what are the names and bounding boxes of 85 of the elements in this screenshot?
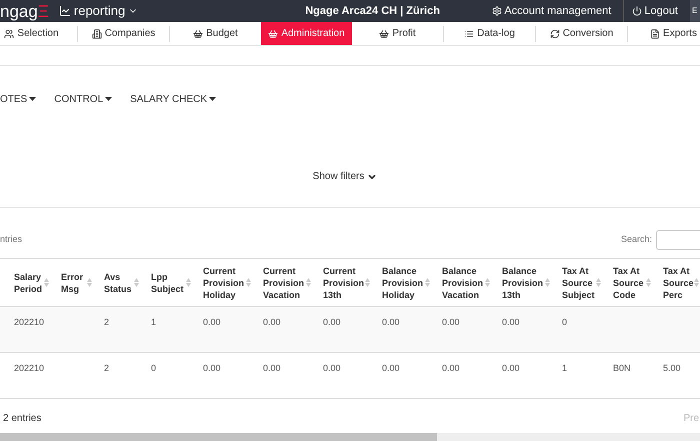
language-button[interactable]: E	[690, 0, 700, 22]
length-label: ntries	[0, 233, 22, 246]
table-info: 2 entries	[2, 412, 42, 426]
sort-icon	[186, 278, 191, 287]
sort-icon	[365, 278, 370, 287]
table-cell: 0.00	[502, 363, 520, 373]
table-cell: 202210	[14, 363, 44, 373]
column-header[interactable]: Tax At Source Code	[605, 258, 655, 306]
column-header[interactable]: Balance Provision 13th	[494, 258, 554, 306]
submenu-dropdown[interactable]: SALARY CHECK	[130, 92, 216, 106]
sort-icon	[694, 278, 699, 287]
settings-icon	[492, 6, 502, 16]
refresh-icon	[550, 28, 560, 38]
power-icon	[632, 6, 642, 16]
table-cell: 0.00	[323, 317, 341, 327]
sort-icon	[425, 278, 430, 287]
column-header[interactable]: Current Provision Vacation	[255, 258, 315, 306]
logo: ngagΞ	[0, 2, 49, 20]
basket-icon	[193, 28, 204, 38]
file-icon	[650, 28, 660, 38]
table-cell: 0.00	[203, 363, 221, 373]
column-header[interactable]: Tax At Source Subject	[554, 258, 605, 306]
sort-icon	[87, 278, 92, 287]
sort-icon	[134, 278, 139, 287]
table-cell: 0.00	[323, 363, 341, 373]
nav-tab[interactable]: Profit	[352, 22, 443, 45]
table-cell: 0.00	[263, 363, 281, 373]
table-cell: B0N	[613, 363, 631, 373]
search-label: Search:	[620, 233, 652, 246]
table-cell: 1	[562, 363, 568, 373]
basket-icon	[268, 28, 278, 38]
sort-icon	[646, 278, 651, 287]
show-filters-button[interactable]: Show filters	[312, 169, 378, 184]
logout-link[interactable]: Logout	[632, 2, 678, 20]
table-cell: 2	[104, 363, 110, 373]
table-cell: 0.00	[382, 317, 400, 327]
column-header[interactable]: Balance Provision Vacation	[434, 258, 494, 306]
submenu-dropdown[interactable]: OTES	[0, 92, 36, 106]
table-cell: 0	[562, 317, 568, 327]
table-cell: 0.00	[263, 317, 281, 327]
nav-tab[interactable]: Conversion	[536, 22, 627, 45]
table-cell: 0.00	[203, 317, 221, 327]
column-header[interactable]: Tax At Source Perc	[655, 258, 700, 306]
column-header[interactable]: Salary Period	[6, 258, 53, 306]
submenu-dropdown[interactable]: CONTROL	[54, 92, 112, 106]
table-cell: 5.00	[663, 363, 681, 373]
chart-icon	[58, 5, 71, 17]
caret-icon	[29, 97, 36, 101]
table-cell: 0	[151, 363, 156, 373]
basket-icon	[379, 28, 390, 38]
account-link[interactable]: Account management	[492, 2, 612, 20]
sort-icon	[306, 278, 311, 287]
sort-icon	[596, 278, 601, 287]
column-header[interactable]: Avs Status	[96, 258, 143, 306]
nav-tab[interactable]: Exports	[628, 22, 700, 45]
nav-tab[interactable]: Budget	[170, 22, 261, 45]
list-icon	[464, 28, 474, 38]
building-icon	[92, 28, 102, 38]
nav-tab[interactable]: Administration	[261, 22, 352, 45]
nav-tab[interactable]: Selection	[0, 22, 77, 45]
table-cell: 0.00	[502, 317, 520, 327]
nav-tab[interactable]: Data-log	[444, 22, 535, 45]
caret-icon	[209, 97, 216, 101]
scrollbar[interactable]	[0, 433, 700, 441]
column-header[interactable]: Balance Provision Holiday	[374, 258, 434, 306]
users-icon	[4, 28, 14, 38]
column-header[interactable]: Current Provision 13th	[315, 258, 374, 306]
caret-icon	[105, 97, 112, 101]
table-cell: 0.00	[442, 317, 460, 327]
column-header[interactable]: Error Msg	[53, 258, 96, 306]
search-field[interactable]	[656, 230, 700, 250]
window-title: Ngage Arca24 CH | Zürich	[305, 4, 440, 19]
column-header[interactable]: Current Provision Holiday	[195, 258, 255, 306]
sort-icon	[246, 278, 251, 287]
table-cell: 0.00	[442, 363, 460, 373]
app-menu[interactable]: reporting	[58, 1, 138, 21]
sort-icon	[485, 278, 490, 287]
table-cell: 0.00	[382, 363, 400, 373]
sort-icon	[44, 278, 49, 287]
sort-icon	[545, 278, 550, 287]
table-cell: 202210	[14, 317, 44, 327]
column-header[interactable]: Lpp Subject	[143, 258, 195, 306]
table-cell: 2	[104, 317, 110, 327]
table-cell: 1	[151, 317, 156, 327]
nav-tab[interactable]: Companies	[78, 22, 169, 45]
